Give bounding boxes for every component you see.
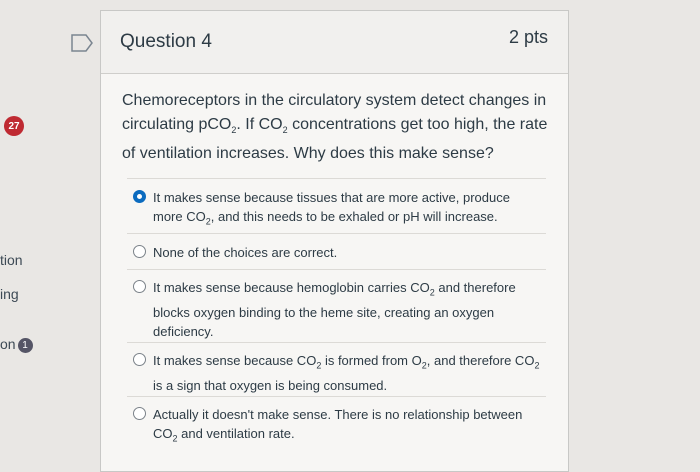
divider [127,342,546,343]
answer-option-1[interactable]: It makes sense because tissues that are … [133,188,543,232]
question-card: Question 4 2 pts Chemoreceptors in the c… [100,10,569,472]
sidebar-item-partial-1[interactable]: tion [0,252,23,268]
question-title: Question 4 [120,31,212,52]
answer-option-5[interactable]: Actually it doesn't make sense. There is… [133,405,543,449]
radio-button[interactable] [133,353,146,366]
divider [127,396,546,397]
radio-button[interactable] [133,280,146,293]
radio-button[interactable] [133,407,146,420]
answer-text: It makes sense because CO2 is formed fro… [153,353,540,393]
answer-option-4[interactable]: It makes sense because CO2 is formed fro… [133,351,543,395]
divider [127,233,546,234]
question-text: Chemoreceptors in the circulatory system… [122,92,548,163]
answer-option-2[interactable]: None of the choices are correct. [133,243,543,262]
answer-text: It makes sense because tissues that are … [153,190,510,227]
answer-text: It makes sense because hemoglobin carrie… [153,280,516,339]
radio-button[interactable] [133,245,146,258]
answer-text: None of the choices are correct. [153,245,338,260]
sidebar-item-partial-2[interactable]: ing [0,286,19,302]
left-nav-strip: 27 tion ing on 1 [0,0,40,461]
radio-selected[interactable] [133,190,146,203]
answer-text: Actually it doesn't make sense. There is… [153,407,523,444]
question-points: 2 pts [508,27,548,47]
answer-option-3[interactable]: It makes sense because hemoglobin carrie… [133,278,543,341]
sidebar-item-label: on [0,336,16,352]
question-header: Question 4 2 pts [101,11,568,74]
sidebar-item-badge: 1 [17,338,33,353]
divider [127,178,546,179]
notification-badge: 27 [4,116,24,136]
divider [127,269,546,270]
flag-question-icon[interactable] [70,32,94,54]
sidebar-item-partial-3[interactable]: on 1 [0,336,33,353]
